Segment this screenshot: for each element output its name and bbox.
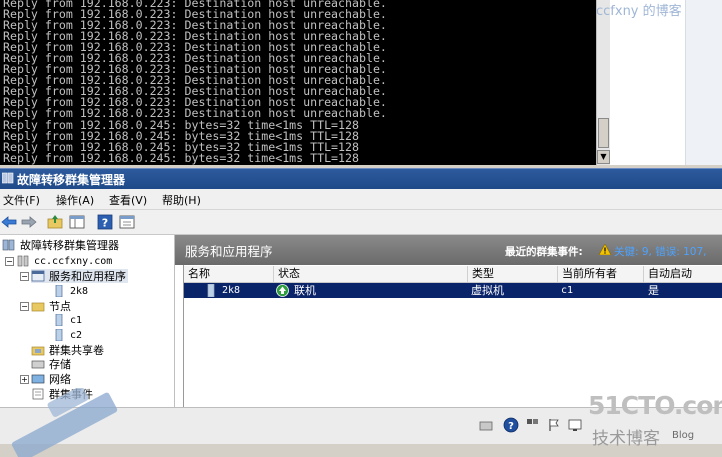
- tree-shared-volumes[interactable]: 群集共享卷: [31, 343, 104, 357]
- cluster-icon: [17, 255, 29, 267]
- console-scroll-down-button[interactable]: ▼: [597, 150, 610, 164]
- forward-arrow-icon[interactable]: [20, 213, 38, 231]
- up-folder-icon[interactable]: [46, 213, 64, 231]
- tree-expander-cluster[interactable]: −: [5, 257, 14, 266]
- network-icon: [31, 374, 45, 384]
- tree-networks[interactable]: 网络: [31, 372, 71, 386]
- column-owner[interactable]: 当前所有者: [558, 266, 644, 282]
- console-line: Reply from 192.168.0.245: bytes=32 time<…: [3, 150, 359, 165]
- pane-title: 服务和应用程序: [185, 244, 273, 259]
- server-icon: [55, 314, 63, 326]
- server-icon: [55, 329, 63, 341]
- cell-owner: c1: [561, 285, 574, 296]
- recent-events-label: 最近的群集事件:: [505, 246, 583, 258]
- column-autostart[interactable]: 自动启动: [644, 266, 722, 282]
- console-tree: 故障转移群集管理器 − cc.ccfxny.com − 服务和应用程序 2k8 …: [0, 235, 175, 407]
- cell-type: 虚拟机: [471, 284, 504, 297]
- tree-expander-nodes[interactable]: −: [20, 302, 29, 311]
- tree-node-c2-label: c2: [70, 329, 83, 341]
- help-icon[interactable]: ?: [503, 417, 519, 433]
- menu-bar: 文件(F) 操作(A) 查看(V) 帮助(H): [0, 189, 722, 210]
- tree-service-2k8-label: 2k8: [70, 285, 89, 297]
- pane-header: 服务和应用程序 最近的群集事件: 关键: 9, 错误: 107,: [175, 235, 722, 265]
- command-prompt-output: Reply from 192.168.0.223: Destination ho…: [0, 0, 610, 165]
- tray-network-icon[interactable]: [478, 417, 494, 433]
- properties-icon[interactable]: [118, 213, 136, 231]
- menu-help[interactable]: 帮助(H): [162, 192, 201, 208]
- back-arrow-icon[interactable]: [0, 213, 18, 231]
- tray-monitor-icon[interactable]: [567, 417, 583, 433]
- console-scrollbar[interactable]: ▼: [596, 0, 610, 165]
- menu-file[interactable]: 文件(F): [3, 192, 40, 208]
- title-bar[interactable]: 故障转移群集管理器: [0, 168, 722, 189]
- tree-services[interactable]: 服务和应用程序: [31, 269, 128, 283]
- tray-flag-icon[interactable]: [546, 417, 562, 433]
- storage-icon: [31, 360, 45, 369]
- table-row[interactable]: 2k8 联机 虚拟机 c1 是: [184, 283, 722, 298]
- tree-nodes[interactable]: 节点: [31, 299, 71, 313]
- shared-volume-icon: [31, 346, 45, 356]
- console-tree-icon[interactable]: [68, 213, 86, 231]
- svg-text:?: ?: [508, 421, 514, 432]
- tree-cluster[interactable]: cc.ccfxny.com: [16, 254, 112, 268]
- tree-node-c2[interactable]: c2: [52, 328, 82, 342]
- tree-nodes-label: 节点: [49, 300, 71, 313]
- console-lines: Reply from 192.168.0.223: Destination ho…: [3, 0, 387, 164]
- help-icon[interactable]: ?: [96, 213, 114, 231]
- tree-services-label: 服务和应用程序: [49, 270, 126, 283]
- background-window: [610, 0, 722, 168]
- services-grid: 名称 状态 类型 当前所有者 自动启动 2k8 联机 虚拟机 c1 是: [183, 265, 722, 407]
- server-icon: [55, 285, 63, 297]
- tree-root[interactable]: 故障转移群集管理器: [2, 238, 119, 252]
- cell-status: 联机: [294, 284, 316, 297]
- console-scroll-thumb[interactable]: [598, 118, 609, 148]
- toolbar: ?: [0, 210, 722, 235]
- tree-node-c1[interactable]: c1: [52, 313, 82, 327]
- watermark-site: 51CTO.com: [588, 391, 722, 420]
- watermark-logo-left: [11, 388, 118, 457]
- tree-expander-networks[interactable]: +: [20, 375, 29, 384]
- column-name[interactable]: 名称: [184, 266, 274, 282]
- grid-header: 名称 状态 类型 当前所有者 自动启动: [184, 266, 722, 283]
- tree-cluster-label: cc.ccfxny.com: [34, 255, 113, 267]
- watermark-top: ccfxny 的博客: [596, 4, 682, 19]
- tray-windows-icon[interactable]: [525, 417, 541, 433]
- results-pane: 服务和应用程序 最近的群集事件: 关键: 9, 错误: 107, 名称 状态 类…: [175, 235, 722, 407]
- tree-service-2k8[interactable]: 2k8: [52, 284, 88, 298]
- tree-storage[interactable]: 存储: [31, 357, 71, 371]
- svg-text:?: ?: [102, 217, 108, 230]
- menu-action[interactable]: 操作(A): [56, 192, 94, 208]
- window-title: 故障转移群集管理器: [17, 173, 126, 187]
- tree-storage-label: 存储: [49, 358, 71, 371]
- tree-expander-services[interactable]: −: [20, 272, 29, 281]
- services-icon: [31, 270, 45, 282]
- cluster-manager-icon: [2, 172, 14, 184]
- column-status[interactable]: 状态: [274, 266, 468, 282]
- tree-node-c1-label: c1: [70, 314, 83, 326]
- nodes-folder-icon: [31, 302, 45, 312]
- cell-autostart: 是: [648, 284, 659, 297]
- warning-icon: [599, 244, 611, 255]
- server-icon: [207, 284, 215, 297]
- menu-view[interactable]: 查看(V): [109, 192, 147, 208]
- tree-root-label: 故障转移群集管理器: [20, 239, 119, 252]
- watermark-blog: Blog: [672, 430, 695, 441]
- watermark-site-sub: 技术博客: [592, 429, 660, 449]
- online-status-icon: [276, 284, 289, 297]
- tree-networks-label: 网络: [49, 373, 71, 386]
- recent-events-link[interactable]: 关键: 9, 错误: 107,: [614, 244, 707, 259]
- cell-name: 2k8: [222, 285, 241, 296]
- column-type[interactable]: 类型: [468, 266, 558, 282]
- cluster-manager-icon: [2, 239, 15, 251]
- background-window-strip: [685, 0, 722, 168]
